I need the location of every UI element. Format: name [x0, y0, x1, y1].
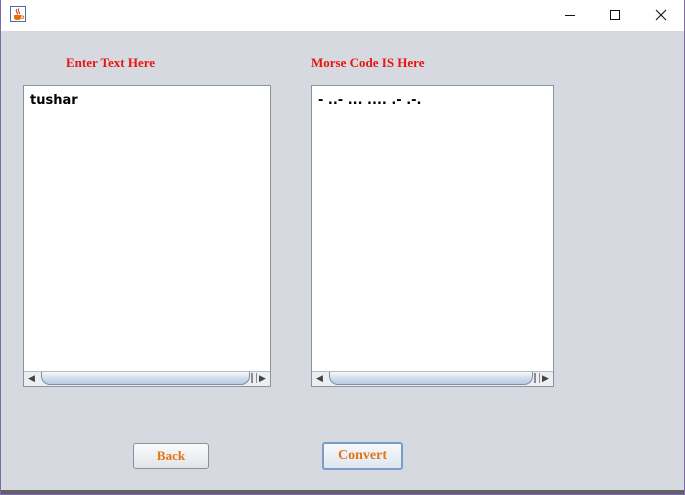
scroll-thumb[interactable] [329, 372, 540, 385]
maximize-button[interactable] [592, 0, 638, 31]
scroll-right-arrow-icon[interactable]: ▶ [255, 372, 270, 386]
minimize-button[interactable] [547, 0, 593, 31]
close-button[interactable] [638, 0, 684, 31]
java-coffee-cup-icon [10, 6, 26, 22]
input-horizontal-scrollbar[interactable]: ◀ ▶ [24, 371, 270, 386]
scroll-left-arrow-icon[interactable]: ◀ [24, 372, 39, 386]
scroll-left-arrow-icon[interactable]: ◀ [312, 372, 327, 386]
scroll-thumb[interactable] [41, 372, 257, 385]
input-text-value[interactable]: tushar [30, 93, 78, 108]
window-bottom-edge [1, 490, 684, 494]
input-text-area[interactable]: tushar ◀ ▶ [23, 85, 271, 387]
convert-button[interactable]: Convert [322, 442, 403, 470]
output-horizontal-scrollbar[interactable]: ◀ ▶ [312, 371, 553, 386]
close-icon [655, 6, 667, 25]
minimize-icon [564, 6, 576, 25]
scroll-right-arrow-icon[interactable]: ▶ [538, 372, 553, 386]
maximize-icon [609, 6, 621, 25]
morse-output-value[interactable]: - ..- ... .... .- .-. [318, 93, 421, 108]
morse-output-label: Morse Code IS Here [311, 55, 425, 70]
main-window: Enter Text Here Morse Code IS Here tusha… [1, 0, 684, 494]
input-text-label: Enter Text Here [66, 55, 156, 70]
title-bar[interactable] [1, 0, 684, 31]
back-button[interactable]: Back [133, 443, 209, 469]
morse-output-area[interactable]: - ..- ... .... .- .-. ◀ ▶ [311, 85, 554, 387]
